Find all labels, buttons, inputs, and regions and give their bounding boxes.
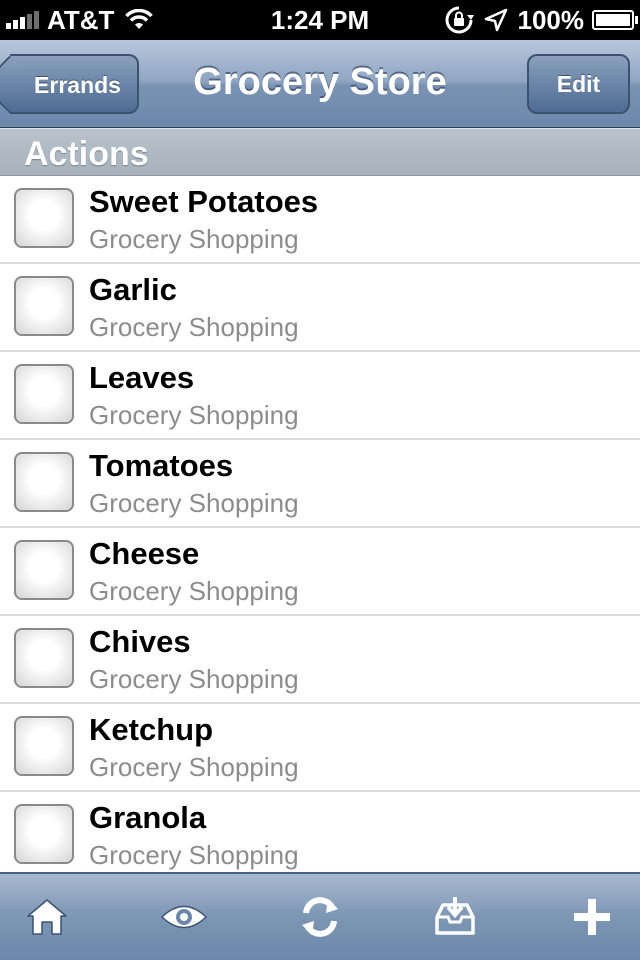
battery-icon <box>592 10 638 30</box>
eye-icon[interactable] <box>159 892 209 942</box>
item-title: Sweet Potatoes <box>89 184 319 219</box>
list-item[interactable]: Leaves Grocery Shopping <box>0 352 640 440</box>
home-icon[interactable] <box>22 892 72 942</box>
checkbox[interactable] <box>14 364 74 424</box>
checkbox[interactable] <box>14 276 74 336</box>
item-subtitle: Grocery Shopping <box>89 312 299 342</box>
item-subtitle: Grocery Shopping <box>89 488 299 518</box>
location-arrow-icon <box>484 8 507 32</box>
checkbox[interactable] <box>14 628 74 688</box>
plus-icon[interactable] <box>567 892 617 942</box>
item-title: Tomatoes <box>89 448 234 483</box>
item-title: Ketchup <box>89 712 213 747</box>
checkbox[interactable] <box>14 804 74 864</box>
checkbox[interactable] <box>14 188 74 248</box>
item-subtitle: Grocery Shopping <box>89 752 299 782</box>
list-item[interactable]: Granola Grocery Shopping <box>0 792 640 880</box>
item-subtitle: Grocery Shopping <box>89 224 299 254</box>
rotation-lock-icon <box>445 6 474 34</box>
item-title: Cheese <box>89 536 200 571</box>
item-title: Chives <box>89 624 191 659</box>
item-subtitle: Grocery Shopping <box>89 840 299 870</box>
checkbox[interactable] <box>14 452 74 512</box>
bottom-toolbar <box>0 872 640 960</box>
inbox-icon[interactable] <box>430 892 480 942</box>
item-subtitle: Grocery Shopping <box>89 576 299 606</box>
section-title: Actions <box>24 135 149 173</box>
sync-icon[interactable] <box>295 892 345 942</box>
action-list: Sweet Potatoes Grocery Shopping Garlic G… <box>0 176 640 880</box>
list-item[interactable]: Garlic Grocery Shopping <box>0 264 640 352</box>
item-title: Granola <box>89 800 207 835</box>
list-item[interactable]: Cheese Grocery Shopping <box>0 528 640 616</box>
edit-button[interactable]: Edit <box>527 54 630 114</box>
nav-bar: Errands Grocery Store Edit <box>0 40 640 128</box>
status-right: 100% <box>444 4 638 35</box>
list-item[interactable]: Chives Grocery Shopping <box>0 616 640 704</box>
item-subtitle: Grocery Shopping <box>89 664 299 694</box>
item-title: Leaves <box>89 360 195 395</box>
status-bar: AT&T 1:24 PM 100% <box>0 0 640 40</box>
item-title: Garlic <box>89 272 177 307</box>
list-item[interactable]: Ketchup Grocery Shopping <box>0 704 640 792</box>
checkbox[interactable] <box>14 540 74 600</box>
section-header: Actions <box>0 128 640 176</box>
item-subtitle: Grocery Shopping <box>89 400 299 430</box>
list-item[interactable]: Tomatoes Grocery Shopping <box>0 440 640 528</box>
checkbox[interactable] <box>14 716 74 776</box>
list-item[interactable]: Sweet Potatoes Grocery Shopping <box>0 176 640 264</box>
battery-percent: 100% <box>517 4 585 35</box>
